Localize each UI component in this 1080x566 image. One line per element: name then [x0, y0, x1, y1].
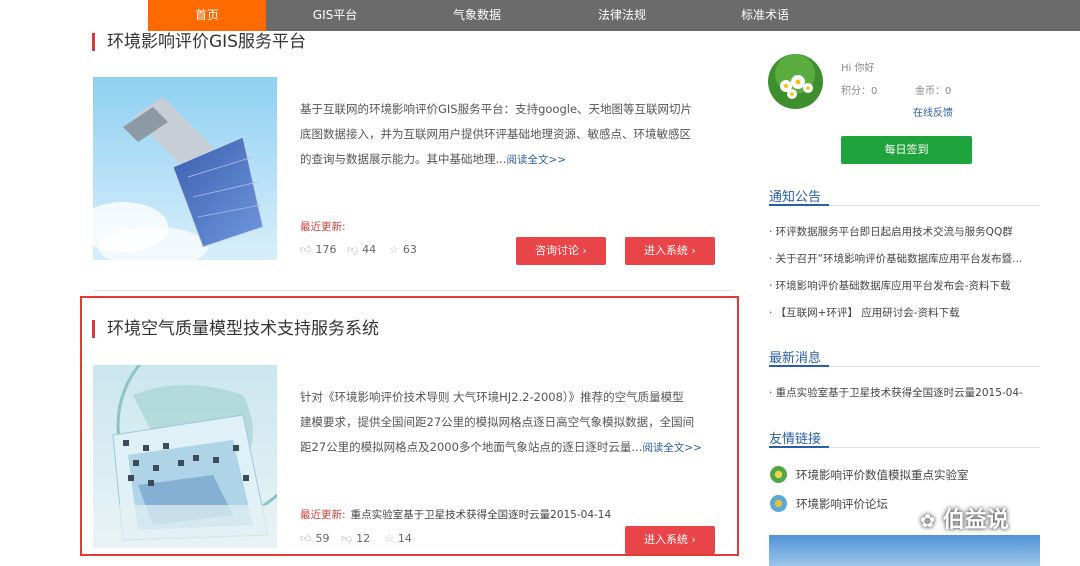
- consult-button[interactable]: 咨询讨论 ›: [516, 237, 606, 265]
- news-item[interactable]: · 重点实验室基于卫星技术获得全国逐时云量2015-04-: [769, 385, 1040, 400]
- desc-line: 基于互联网的环境影响评价GIS服务平台：支持google、天地图等互联网切片: [300, 102, 693, 116]
- enter-system-button[interactable]: 进入系统 ›: [625, 526, 715, 554]
- like-count[interactable]: 👍︎ 59: [300, 532, 330, 545]
- nav-item-terms[interactable]: 标准术语: [706, 0, 824, 31]
- enter-system-button[interactable]: 进入系统 ›: [625, 237, 715, 265]
- thumbs-up-icon: 👍︎: [300, 243, 312, 256]
- nav-item-weather[interactable]: 气象数据: [418, 0, 536, 31]
- star-count[interactable]: ☆ 14: [384, 532, 412, 545]
- user-points: 积分：0: [841, 86, 878, 97]
- card-description: 基于互联网的环境影响评价GIS服务平台：支持google、天地图等互联网切片 底…: [300, 97, 740, 173]
- dislike-count[interactable]: 👎︎ 44: [347, 243, 376, 256]
- dislike-count[interactable]: 👎︎ 12: [341, 532, 370, 545]
- desc-line: 针对《环境影响评价技术导则 大气环境HJ2.2-2008）》推荐的空气质量模型: [300, 390, 684, 404]
- desc-line: 的查询与数据展示能力。其中基础地理...: [300, 152, 507, 166]
- latest-update: 最近更新: 重点实验室基于卫星技术获得全国逐时云量2015-04-14: [300, 503, 611, 522]
- map-image: [93, 365, 277, 548]
- daily-signin-button[interactable]: 每日签到: [841, 136, 972, 164]
- desc-line: 底图数据接入，并为互联网用户提供环评基础地理资源、敏感点、环境敏感区: [300, 127, 691, 141]
- link-item[interactable]: 环境影响评价论坛: [796, 496, 888, 512]
- notices-title: 通知公告: [769, 190, 822, 205]
- star-value: 63: [402, 243, 417, 256]
- wechat-icon: ✿: [920, 511, 936, 532]
- dislike-value: 44: [362, 243, 377, 256]
- nav-item-home[interactable]: 首页: [148, 0, 266, 31]
- latest-update-label: 最近更新:: [300, 221, 346, 233]
- forum-logo-icon: [770, 495, 787, 512]
- star-icon: ☆: [389, 243, 399, 256]
- nav-item-laws[interactable]: 法律法规: [563, 0, 681, 31]
- watermark: ✿ 伯益说: [920, 502, 1009, 534]
- desc-line: 建模要求，提供全国间距27公里的模拟网格点逐日高空气象模拟数据，全国间: [300, 415, 695, 429]
- banner-image[interactable]: [769, 535, 1040, 566]
- desc-line: 距27公里的模拟网格点及2000多个地面气象站点的逐日逐时云量...: [300, 440, 643, 454]
- satellite-image: [93, 77, 277, 260]
- thumbs-up-icon: 👍︎: [300, 532, 312, 545]
- like-count[interactable]: 👍︎ 176: [300, 243, 337, 256]
- star-value: 14: [397, 532, 412, 545]
- link-item[interactable]: 环境影响评价数值模拟重点实验室: [796, 467, 969, 483]
- watermark-text: 伯益说: [942, 508, 1009, 533]
- user-coins: 金币：0: [915, 86, 952, 97]
- divider: [769, 365, 829, 367]
- links-title: 友情链接: [769, 432, 822, 447]
- dislike-value: 12: [356, 532, 371, 545]
- notice-item[interactable]: · 关于召开“环境影响评价基础数据库应用平台发布暨...: [769, 251, 1040, 266]
- divider: [93, 290, 733, 291]
- read-more-link[interactable]: 阅读全文>>: [506, 154, 566, 166]
- like-value: 176: [315, 243, 337, 256]
- like-value: 59: [315, 532, 330, 545]
- star-count[interactable]: ☆ 63: [389, 243, 417, 256]
- notice-item[interactable]: · 环境影响评价基础数据库应用平台发布会-资料下载: [769, 278, 1040, 293]
- latest-update-text[interactable]: 重点实验室基于卫星技术获得全国逐时云量2015-04-14: [351, 509, 612, 521]
- thumbs-down-icon: 👎︎: [347, 243, 359, 256]
- top-nav: 首页 GIS平台 气象数据 法律法规 标准术语: [148, 0, 1080, 31]
- user-greeting: Hi 你好: [841, 63, 875, 74]
- star-icon: ☆: [384, 532, 394, 545]
- card-description: 针对《环境影响评价技术导则 大气环境HJ2.2-2008）》推荐的空气质量模型 …: [300, 385, 740, 461]
- notice-item[interactable]: · 【互联网+环评】 应用研讨会-资料下载: [769, 305, 1040, 320]
- lab-logo-icon: [770, 466, 787, 483]
- divider: [769, 204, 829, 206]
- card-title[interactable]: 环境影响评价GIS服务平台: [92, 33, 306, 51]
- latest-update-label: 最近更新:: [300, 509, 346, 521]
- thumbs-down-icon: 👎︎: [341, 532, 353, 545]
- read-more-link[interactable]: 阅读全文>>: [642, 442, 702, 454]
- nav-item-gis[interactable]: GIS平台: [276, 0, 394, 31]
- news-title: 最新消息: [769, 351, 822, 366]
- avatar[interactable]: [768, 54, 823, 109]
- feedback-link[interactable]: 在线反馈: [913, 104, 953, 119]
- divider: [769, 446, 829, 448]
- card-title[interactable]: 环境空气质量模型技术支持服务系统: [92, 320, 379, 338]
- latest-update: 最近更新:: [300, 215, 346, 234]
- notice-item[interactable]: · 环评数据服务平台即日起启用技术交流与服务QQ群: [769, 224, 1040, 239]
